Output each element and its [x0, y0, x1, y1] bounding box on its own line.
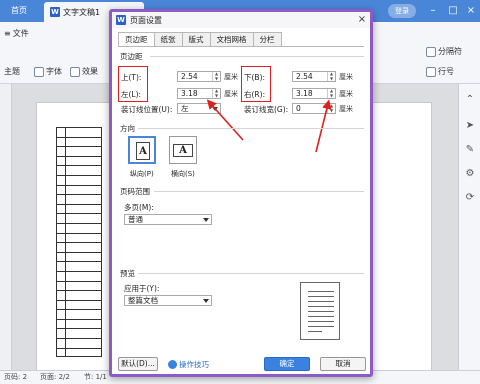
document-table — [56, 127, 102, 357]
writer-doc-icon: W — [50, 7, 60, 17]
right-rail: ⌃ ➤ ✎ ⚙ ⟳ — [458, 84, 480, 370]
tips-link[interactable]: 操作技巧 — [179, 359, 209, 370]
maximize-icon[interactable]: □ — [444, 0, 462, 22]
effects-label: 效果 — [82, 67, 98, 76]
preview-line — [308, 301, 334, 302]
page-preview — [300, 282, 340, 340]
table-row — [57, 224, 101, 234]
table-row — [57, 291, 101, 301]
status-page: 页码: 2 — [4, 373, 28, 381]
delimiter-icon — [426, 46, 436, 57]
file-menu[interactable]: ≡ 文件 — [4, 28, 29, 39]
theme-label: 主题 — [4, 67, 20, 76]
file-menu-label: 文件 — [12, 29, 29, 38]
orientation-group-label: 方向 — [120, 124, 135, 133]
group-separator — [154, 191, 364, 192]
preview-line — [308, 331, 322, 332]
table-row — [57, 243, 101, 253]
table-row — [57, 166, 101, 176]
login-button[interactable]: 登录 — [388, 4, 416, 18]
group-separator — [138, 128, 364, 129]
apply-to-label: 应用于(Y): — [124, 284, 160, 293]
landscape-page-icon: A — [173, 144, 193, 157]
table-row — [57, 262, 101, 272]
effects-icon — [70, 66, 80, 77]
default-button[interactable]: 默认(D)... — [118, 357, 158, 371]
chevron-up-icon[interactable]: ⌃ — [464, 94, 476, 106]
line-number-icon — [426, 66, 436, 77]
close-window-icon[interactable]: × — [462, 0, 480, 22]
landscape-option[interactable]: A — [169, 136, 197, 164]
table-row — [57, 128, 101, 138]
chevron-down-icon — [203, 218, 209, 222]
delimiter-label: 分隔符 — [438, 47, 462, 56]
table-row — [57, 282, 101, 292]
portrait-option[interactable]: A — [128, 136, 156, 164]
preview-line — [308, 316, 334, 317]
table-row — [57, 310, 101, 320]
portrait-page-icon: A — [136, 142, 150, 160]
document-tab-label: 文字文稿1 — [63, 7, 101, 17]
multiple-pages-select[interactable]: 普通 — [124, 214, 212, 225]
cancel-button[interactable]: 取消 — [320, 357, 366, 371]
chevron-down-icon — [203, 299, 209, 303]
ok-button[interactable]: 确定 — [264, 357, 310, 371]
sync-icon[interactable]: ⟳ — [464, 192, 476, 204]
group-separator — [138, 273, 364, 274]
font-button[interactable]: 字体 — [34, 66, 62, 77]
effects-button[interactable]: 效果 — [70, 66, 98, 77]
table-row — [57, 214, 101, 224]
left-rail — [0, 84, 12, 370]
pointer-icon[interactable]: ➤ — [464, 120, 476, 132]
table-row — [57, 272, 101, 282]
line-number-button[interactable]: 行号 — [426, 66, 454, 77]
theme-button[interactable]: 主题 — [4, 66, 20, 77]
tips-icon[interactable] — [168, 360, 177, 369]
table-row — [57, 234, 101, 244]
menu-icon: ≡ — [4, 29, 11, 38]
table-row — [57, 253, 101, 263]
preview-group-label: 预览 — [120, 269, 135, 278]
apply-to-value: 整篇文档 — [128, 296, 158, 305]
table-row — [57, 320, 101, 330]
table-row — [57, 339, 101, 349]
portrait-label: 纵向(P) — [130, 170, 154, 178]
preview-line — [308, 291, 334, 292]
multiple-pages-value: 普通 — [128, 215, 143, 224]
line-number-label: 行号 — [438, 67, 454, 76]
preview-line — [308, 321, 334, 322]
page-setup-dialog: W 页面设置 × 页边距 纸张 版式 文档网格 分栏 页边距 上(T): 2.5… — [109, 9, 373, 377]
preview-line — [308, 296, 334, 297]
pen-icon[interactable]: ✎ — [464, 144, 476, 156]
status-section: 节: 1/1 — [84, 373, 107, 381]
settings-sliders-icon[interactable]: ⚙ — [464, 168, 476, 180]
table-column-line — [65, 128, 66, 356]
multiple-pages-label: 多页(M): — [124, 203, 154, 212]
table-row — [57, 186, 101, 196]
font-icon — [34, 66, 44, 77]
preview-line — [308, 306, 334, 307]
table-row — [57, 301, 101, 311]
table-row — [57, 147, 101, 157]
table-row — [57, 195, 101, 205]
preview-line — [308, 326, 334, 327]
table-row — [57, 138, 101, 148]
status-pages: 页面: 2/2 — [40, 373, 70, 381]
font-label: 字体 — [46, 67, 62, 76]
apply-to-select[interactable]: 整篇文档 — [124, 295, 212, 306]
preview-line — [308, 311, 334, 312]
table-row — [57, 157, 101, 167]
page-range-group-label: 页码范围 — [120, 187, 150, 196]
landscape-label: 横向(S) — [171, 170, 195, 178]
table-row — [57, 329, 101, 340]
table-row — [57, 176, 101, 186]
table-row — [57, 205, 101, 215]
home-tab[interactable]: 首页 — [0, 0, 38, 22]
annotation-arrow-left — [206, 99, 244, 141]
delimiter-button[interactable]: 分隔符 — [426, 46, 462, 57]
minimize-icon[interactable]: – — [424, 0, 442, 22]
